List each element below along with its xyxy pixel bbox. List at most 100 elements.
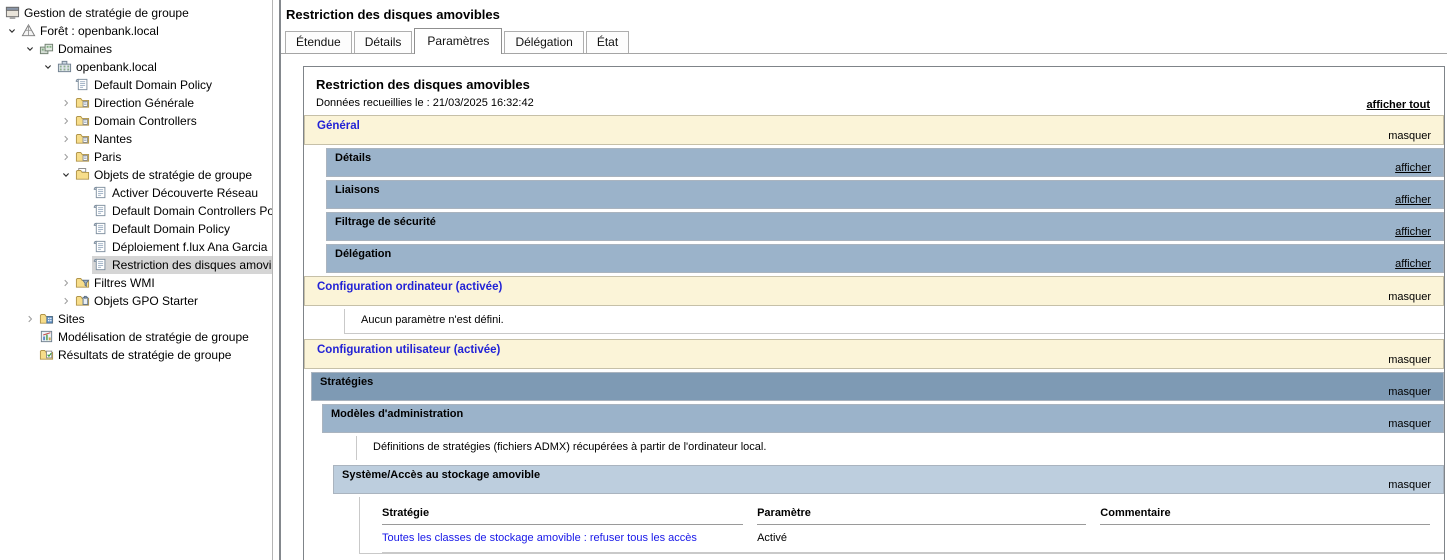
- sites-icon: [38, 311, 54, 327]
- ou-icon: [74, 131, 90, 147]
- tree-item-row: Direction Générale: [74, 94, 272, 112]
- report-rows: GénéralmasquerDétailsafficherLiaisonsaff…: [304, 115, 1444, 554]
- tree-item[interactable]: Sites: [0, 310, 272, 328]
- tree-item[interactable]: Domain Controllers: [0, 112, 272, 130]
- gpo-icon: [92, 203, 108, 219]
- results-icon: [38, 347, 54, 363]
- tree-item[interactable]: Nantes: [0, 130, 272, 148]
- toggle-link[interactable]: masquer: [1388, 354, 1431, 366]
- chevron-expanded-icon[interactable]: [58, 167, 74, 183]
- tree-item-row: Modélisation de stratégie de groupe: [38, 328, 272, 346]
- toggle-link[interactable]: masquer: [1388, 386, 1431, 398]
- tree-item-label: openbank.local: [75, 59, 160, 76]
- tree-item[interactable]: Default Domain Policy: [0, 220, 272, 238]
- gpo-icon: [92, 257, 108, 273]
- tree-item[interactable]: Default Domain Controllers Policy: [0, 202, 272, 220]
- ou-icon: [74, 95, 90, 111]
- report-collected-date: Données recueillies le : 21/03/2025 16:3…: [316, 97, 1430, 109]
- band-label: Délégation: [335, 248, 391, 260]
- policy-link[interactable]: Toutes les classes de stockage amovible …: [382, 532, 743, 544]
- report-band-header: Modèles d'administrationmasquer: [322, 404, 1444, 433]
- domain-icon: [56, 59, 72, 75]
- chevron-placeholder: [76, 203, 92, 219]
- tree-item-row: Default Domain Policy: [92, 220, 272, 238]
- tree-item[interactable]: Objets de stratégie de groupe: [0, 166, 272, 184]
- band-label: Filtrage de sécurité: [335, 216, 436, 228]
- chevron-collapsed-icon[interactable]: [58, 275, 74, 291]
- gpo-folder-icon: [74, 167, 90, 183]
- report-band-header: Filtrage de sécurité afficher: [326, 212, 1444, 241]
- wmi-folder-icon: [74, 275, 90, 291]
- gpo-icon: [92, 185, 108, 201]
- toggle-link[interactable]: afficher: [1395, 226, 1431, 238]
- toggle-link[interactable]: afficher: [1395, 258, 1431, 270]
- tree-item[interactable]: Forêt : openbank.local: [0, 22, 272, 40]
- chevron-collapsed-icon[interactable]: [58, 131, 74, 147]
- tree-item-row: Déploiement f.lux Ana Garcia: [92, 238, 272, 256]
- chevron-expanded-icon[interactable]: [40, 59, 56, 75]
- tree-item-row: Domaines: [38, 40, 272, 58]
- tree-item-row: Restriction des disques amovibles: [92, 256, 272, 274]
- tab-parametres[interactable]: Paramètres: [414, 28, 502, 54]
- report-band-header: Détailsafficher: [326, 148, 1444, 177]
- tree-item-label: Default Domain Controllers Policy: [111, 203, 272, 220]
- tree-item[interactable]: Restriction des disques amovibles: [0, 256, 272, 274]
- tree-item-label: Restriction des disques amovibles: [111, 257, 272, 274]
- band-label: Système/Accès au stockage amovible: [342, 469, 540, 481]
- chevron-placeholder: [22, 329, 38, 345]
- tree-item-label: Sites: [57, 311, 88, 328]
- tree-item[interactable]: Résultats de stratégie de groupe: [0, 346, 272, 364]
- tree-item-label: Domain Controllers: [93, 113, 200, 130]
- chevron-placeholder: [76, 185, 92, 201]
- tree-item[interactable]: Direction Générale: [0, 94, 272, 112]
- tree-item[interactable]: Domaines: [0, 40, 272, 58]
- column-header: Paramètre: [757, 507, 1086, 525]
- chevron-collapsed-icon[interactable]: [58, 113, 74, 129]
- toggle-link[interactable]: masquer: [1388, 130, 1431, 142]
- tree-item[interactable]: Gestion de stratégie de groupe: [0, 4, 272, 22]
- starter-folder-icon: [74, 293, 90, 309]
- tree-item[interactable]: Default Domain Policy: [0, 76, 272, 94]
- chevron-collapsed-icon[interactable]: [58, 95, 74, 111]
- section-label: Configuration utilisateur (activée): [317, 344, 500, 356]
- tab-details[interactable]: Détails: [354, 31, 413, 53]
- toggle-link[interactable]: afficher: [1395, 162, 1431, 174]
- tree-item-label: Activer Découverte Réseau: [111, 185, 261, 202]
- band-label: Stratégies: [320, 376, 373, 388]
- chevron-collapsed-icon[interactable]: [22, 311, 38, 327]
- chevron-collapsed-icon[interactable]: [58, 149, 74, 165]
- toggle-link[interactable]: masquer: [1388, 479, 1431, 491]
- tab-delegation[interactable]: Délégation: [504, 31, 583, 53]
- show-all-link[interactable]: afficher tout: [1366, 99, 1430, 111]
- table-cell: [1100, 532, 1430, 544]
- settings-report: Restriction des disques amovibles Donnée…: [303, 66, 1445, 560]
- tab-etendue[interactable]: Étendue: [285, 31, 352, 53]
- tree-item[interactable]: Objets GPO Starter: [0, 292, 272, 310]
- toggle-link[interactable]: masquer: [1388, 291, 1431, 303]
- chevron-collapsed-icon[interactable]: [58, 293, 74, 309]
- tree-item-row: Domain Controllers: [74, 112, 272, 130]
- toggle-link[interactable]: masquer: [1388, 418, 1431, 430]
- tree-item[interactable]: Modélisation de stratégie de groupe: [0, 328, 272, 346]
- toggle-link[interactable]: afficher: [1395, 194, 1431, 206]
- chevron-placeholder: [76, 221, 92, 237]
- tree-item[interactable]: Déploiement f.lux Ana Garcia: [0, 238, 272, 256]
- report-text: Définitions de stratégies (fichiers ADMX…: [373, 441, 766, 453]
- tree-item-label: Domaines: [57, 41, 115, 58]
- tree-item-row: Gestion de stratégie de groupe: [4, 4, 272, 22]
- tree-item-row: Forêt : openbank.local: [20, 22, 272, 40]
- chevron-expanded-icon[interactable]: [22, 41, 38, 57]
- modeling-icon: [38, 329, 54, 345]
- tree-item[interactable]: Paris: [0, 148, 272, 166]
- report-text: Aucun paramètre n'est défini.: [361, 314, 504, 326]
- tree-item[interactable]: Activer Découverte Réseau: [0, 184, 272, 202]
- tree-item-row: Objets GPO Starter: [74, 292, 272, 310]
- tree-item-label: Default Domain Policy: [93, 77, 215, 94]
- gpo-icon: [92, 239, 108, 255]
- chevron-placeholder: [58, 77, 74, 93]
- tree-item-label: Direction Générale: [93, 95, 197, 112]
- tree-item[interactable]: openbank.local: [0, 58, 272, 76]
- tree-item[interactable]: Filtres WMI: [0, 274, 272, 292]
- chevron-expanded-icon[interactable]: [4, 23, 20, 39]
- tab-etat[interactable]: État: [586, 31, 629, 53]
